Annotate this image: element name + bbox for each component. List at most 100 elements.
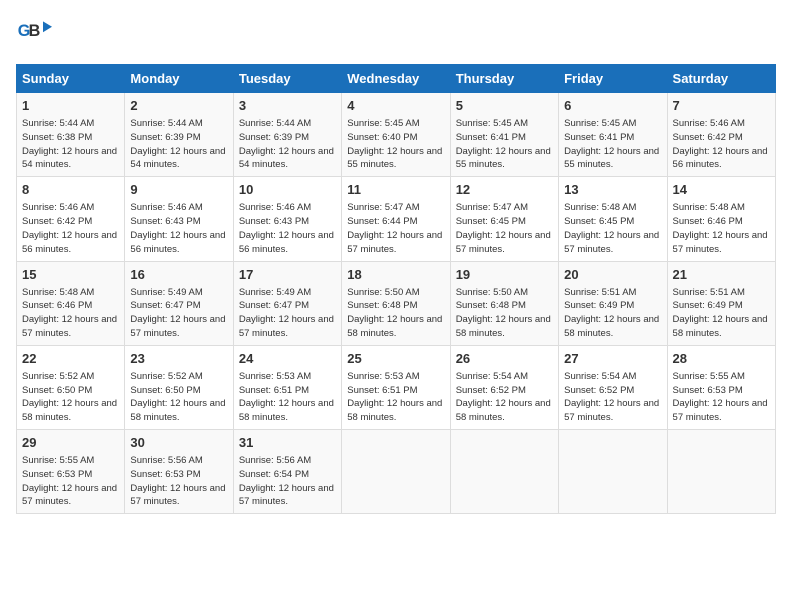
day-info: Sunrise: 5:44 AM Sunset: 6:39 PM Dayligh… xyxy=(130,117,227,172)
calendar-cell xyxy=(559,430,667,514)
day-number: 29 xyxy=(22,434,119,452)
calendar-cell xyxy=(667,430,775,514)
weekday-header: Friday xyxy=(559,65,667,93)
calendar-cell xyxy=(342,430,450,514)
day-info: Sunrise: 5:45 AM Sunset: 6:41 PM Dayligh… xyxy=(456,117,553,172)
calendar-cell: 23 Sunrise: 5:52 AM Sunset: 6:50 PM Dayli… xyxy=(125,345,233,429)
day-number: 23 xyxy=(130,350,227,368)
calendar-week: 1 Sunrise: 5:44 AM Sunset: 6:38 PM Daylig… xyxy=(17,93,776,177)
weekday-header: Saturday xyxy=(667,65,775,93)
page-header: G B xyxy=(16,16,776,52)
calendar-cell: 4Sunrise: 5:45 AM Sunset: 6:40 PM Daylig… xyxy=(342,93,450,177)
calendar-cell: 21 Sunrise: 5:51 AM Sunset: 6:49 PM Dayli… xyxy=(667,261,775,345)
calendar-cell xyxy=(450,430,558,514)
day-number: 10 xyxy=(239,181,336,199)
weekday-header: Thursday xyxy=(450,65,558,93)
calendar-cell: 3Sunrise: 5:44 AM Sunset: 6:39 PM Daylig… xyxy=(233,93,341,177)
calendar-cell: 9 Sunrise: 5:46 AM Sunset: 6:43 PM Daylig… xyxy=(125,177,233,261)
calendar-cell: 6 Sunrise: 5:45 AM Sunset: 6:41 PM Daylig… xyxy=(559,93,667,177)
day-info: Sunrise: 5:46 AM Sunset: 6:43 PM Dayligh… xyxy=(130,201,227,256)
calendar-cell: 19 Sunrise: 5:50 AM Sunset: 6:48 PM Dayli… xyxy=(450,261,558,345)
day-number: 20 xyxy=(564,266,661,284)
weekday-header: Monday xyxy=(125,65,233,93)
day-info: Sunrise: 5:54 AM Sunset: 6:52 PM Dayligh… xyxy=(456,370,553,425)
day-info: Sunrise: 5:44 AM Sunset: 6:38 PM Dayligh… xyxy=(22,117,119,172)
day-info: Sunrise: 5:46 AM Sunset: 6:42 PM Dayligh… xyxy=(673,117,770,172)
day-number: 14 xyxy=(673,181,770,199)
day-info: Sunrise: 5:55 AM Sunset: 6:53 PM Dayligh… xyxy=(673,370,770,425)
calendar-cell: 11 Sunrise: 5:47 AM Sunset: 6:44 PM Dayli… xyxy=(342,177,450,261)
day-number: 3 xyxy=(239,97,336,115)
day-info: Sunrise: 5:51 AM Sunset: 6:49 PM Dayligh… xyxy=(673,286,770,341)
day-info: Sunrise: 5:50 AM Sunset: 6:48 PM Dayligh… xyxy=(347,286,444,341)
day-info: Sunrise: 5:56 AM Sunset: 6:54 PM Dayligh… xyxy=(239,454,336,509)
calendar-cell: 8 Sunrise: 5:46 AM Sunset: 6:42 PM Daylig… xyxy=(17,177,125,261)
day-number: 7 xyxy=(673,97,770,115)
day-info: Sunrise: 5:55 AM Sunset: 6:53 PM Dayligh… xyxy=(22,454,119,509)
day-info: Sunrise: 5:51 AM Sunset: 6:49 PM Dayligh… xyxy=(564,286,661,341)
day-number: 5 xyxy=(456,97,553,115)
day-info: Sunrise: 5:52 AM Sunset: 6:50 PM Dayligh… xyxy=(130,370,227,425)
day-number: 17 xyxy=(239,266,336,284)
weekday-header: Sunday xyxy=(17,65,125,93)
weekday-header: Wednesday xyxy=(342,65,450,93)
header-row: SundayMondayTuesdayWednesdayThursdayFrid… xyxy=(17,65,776,93)
day-number: 11 xyxy=(347,181,444,199)
calendar-week: 8 Sunrise: 5:46 AM Sunset: 6:42 PM Daylig… xyxy=(17,177,776,261)
calendar-week: 15 Sunrise: 5:48 AM Sunset: 6:46 PM Dayli… xyxy=(17,261,776,345)
day-number: 6 xyxy=(564,97,661,115)
calendar-cell: 10 Sunrise: 5:46 AM Sunset: 6:43 PM Dayli… xyxy=(233,177,341,261)
day-info: Sunrise: 5:50 AM Sunset: 6:48 PM Dayligh… xyxy=(456,286,553,341)
day-number: 15 xyxy=(22,266,119,284)
weekday-header: Tuesday xyxy=(233,65,341,93)
calendar-table: SundayMondayTuesdayWednesdayThursdayFrid… xyxy=(16,64,776,514)
calendar-cell: 16Sunrise: 5:49 AM Sunset: 6:47 PM Dayli… xyxy=(125,261,233,345)
day-number: 24 xyxy=(239,350,336,368)
day-number: 27 xyxy=(564,350,661,368)
day-number: 22 xyxy=(22,350,119,368)
calendar-cell: 12Sunrise: 5:47 AM Sunset: 6:45 PM Dayli… xyxy=(450,177,558,261)
logo-icon: G B xyxy=(16,16,52,52)
day-number: 13 xyxy=(564,181,661,199)
day-info: Sunrise: 5:46 AM Sunset: 6:43 PM Dayligh… xyxy=(239,201,336,256)
calendar-cell: 14 Sunrise: 5:48 AM Sunset: 6:46 PM Dayli… xyxy=(667,177,775,261)
day-info: Sunrise: 5:49 AM Sunset: 6:47 PM Dayligh… xyxy=(239,286,336,341)
day-info: Sunrise: 5:48 AM Sunset: 6:46 PM Dayligh… xyxy=(22,286,119,341)
calendar-cell: 1 Sunrise: 5:44 AM Sunset: 6:38 PM Daylig… xyxy=(17,93,125,177)
day-info: Sunrise: 5:53 AM Sunset: 6:51 PM Dayligh… xyxy=(347,370,444,425)
calendar-cell: 13 Sunrise: 5:48 AM Sunset: 6:45 PM Dayli… xyxy=(559,177,667,261)
day-info: Sunrise: 5:46 AM Sunset: 6:42 PM Dayligh… xyxy=(22,201,119,256)
day-number: 26 xyxy=(456,350,553,368)
calendar-cell: 30 Sunrise: 5:56 AM Sunset: 6:53 PM Dayli… xyxy=(125,430,233,514)
day-info: Sunrise: 5:45 AM Sunset: 6:41 PM Dayligh… xyxy=(564,117,661,172)
calendar-cell: 22Sunrise: 5:52 AM Sunset: 6:50 PM Dayli… xyxy=(17,345,125,429)
day-number: 2 xyxy=(130,97,227,115)
calendar-cell: 7 Sunrise: 5:46 AM Sunset: 6:42 PM Daylig… xyxy=(667,93,775,177)
day-info: Sunrise: 5:47 AM Sunset: 6:44 PM Dayligh… xyxy=(347,201,444,256)
calendar-cell: 24Sunrise: 5:53 AM Sunset: 6:51 PM Dayli… xyxy=(233,345,341,429)
svg-text:B: B xyxy=(29,22,41,40)
calendar-cell: 25Sunrise: 5:53 AM Sunset: 6:51 PM Dayli… xyxy=(342,345,450,429)
day-number: 30 xyxy=(130,434,227,452)
day-number: 1 xyxy=(22,97,119,115)
calendar-cell: 17 Sunrise: 5:49 AM Sunset: 6:47 PM Dayli… xyxy=(233,261,341,345)
day-info: Sunrise: 5:45 AM Sunset: 6:40 PM Dayligh… xyxy=(347,117,444,172)
calendar-cell: 29 Sunrise: 5:55 AM Sunset: 6:53 PM Dayli… xyxy=(17,430,125,514)
day-number: 28 xyxy=(673,350,770,368)
calendar-cell: 26 Sunrise: 5:54 AM Sunset: 6:52 PM Dayli… xyxy=(450,345,558,429)
day-info: Sunrise: 5:56 AM Sunset: 6:53 PM Dayligh… xyxy=(130,454,227,509)
day-info: Sunrise: 5:47 AM Sunset: 6:45 PM Dayligh… xyxy=(456,201,553,256)
day-number: 8 xyxy=(22,181,119,199)
calendar-cell: 5 Sunrise: 5:45 AM Sunset: 6:41 PM Daylig… xyxy=(450,93,558,177)
day-number: 16 xyxy=(130,266,227,284)
calendar-cell: 15 Sunrise: 5:48 AM Sunset: 6:46 PM Dayli… xyxy=(17,261,125,345)
day-info: Sunrise: 5:48 AM Sunset: 6:45 PM Dayligh… xyxy=(564,201,661,256)
day-number: 31 xyxy=(239,434,336,452)
day-number: 9 xyxy=(130,181,227,199)
calendar-cell: 28 Sunrise: 5:55 AM Sunset: 6:53 PM Dayli… xyxy=(667,345,775,429)
day-number: 19 xyxy=(456,266,553,284)
day-info: Sunrise: 5:54 AM Sunset: 6:52 PM Dayligh… xyxy=(564,370,661,425)
calendar-cell: 2 Sunrise: 5:44 AM Sunset: 6:39 PM Daylig… xyxy=(125,93,233,177)
day-number: 21 xyxy=(673,266,770,284)
day-info: Sunrise: 5:48 AM Sunset: 6:46 PM Dayligh… xyxy=(673,201,770,256)
